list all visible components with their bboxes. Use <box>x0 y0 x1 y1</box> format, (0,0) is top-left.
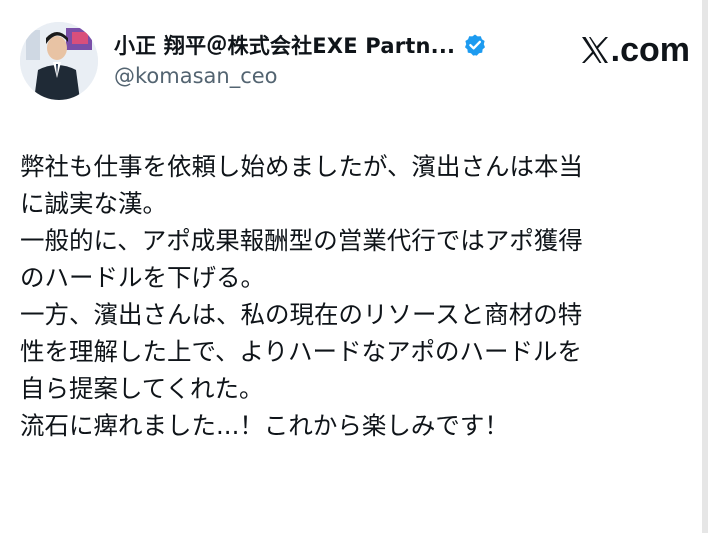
verified-badge-icon <box>463 33 487 57</box>
brand-logo[interactable]: .com <box>580 32 690 68</box>
tweet-line: 流石に痺れました...！これから楽しみです！ <box>20 411 509 440</box>
tweet-line: 一般的に、アポ成果報酬型の営業代行ではアポ獲得 <box>20 226 583 255</box>
name-row: 小正 翔平＠株式会社EXE Partn... <box>114 30 487 60</box>
author-handle[interactable]: @komasan_ceo <box>114 64 487 88</box>
brand-domain-text: .com <box>610 31 690 69</box>
tweet-line: 一方、濱出さんは、私の現在のリソースと商材の特 <box>20 300 583 329</box>
tweet-line: に誠実な漢。 <box>20 189 167 218</box>
tweet-line: 自ら提案してくれた。 <box>20 374 264 403</box>
tweet-text: 弊社も仕事を依頼し始めましたが、濱出さんは本当 に誠実な漢。 一般的に、アポ成果… <box>20 148 690 444</box>
x-logo-icon <box>580 35 610 65</box>
author-display-name[interactable]: 小正 翔平＠株式会社EXE Partn... <box>114 30 455 60</box>
scrollbar-track[interactable] <box>702 0 708 533</box>
tweet-line: 性を理解した上で、よりハードなアポのハードルを <box>20 337 583 366</box>
tweet-line: のハードルを下げる。 <box>20 263 265 292</box>
author-names: 小正 翔平＠株式会社EXE Partn... @komasan_ceo <box>114 30 487 88</box>
avatar[interactable] <box>20 22 98 100</box>
profile-photo-image <box>20 22 98 100</box>
tweet-card: 小正 翔平＠株式会社EXE Partn... @komasan_ceo .com <box>0 0 708 533</box>
tweet-line: 弊社も仕事を依頼し始めましたが、濱出さんは本当 <box>20 152 584 181</box>
